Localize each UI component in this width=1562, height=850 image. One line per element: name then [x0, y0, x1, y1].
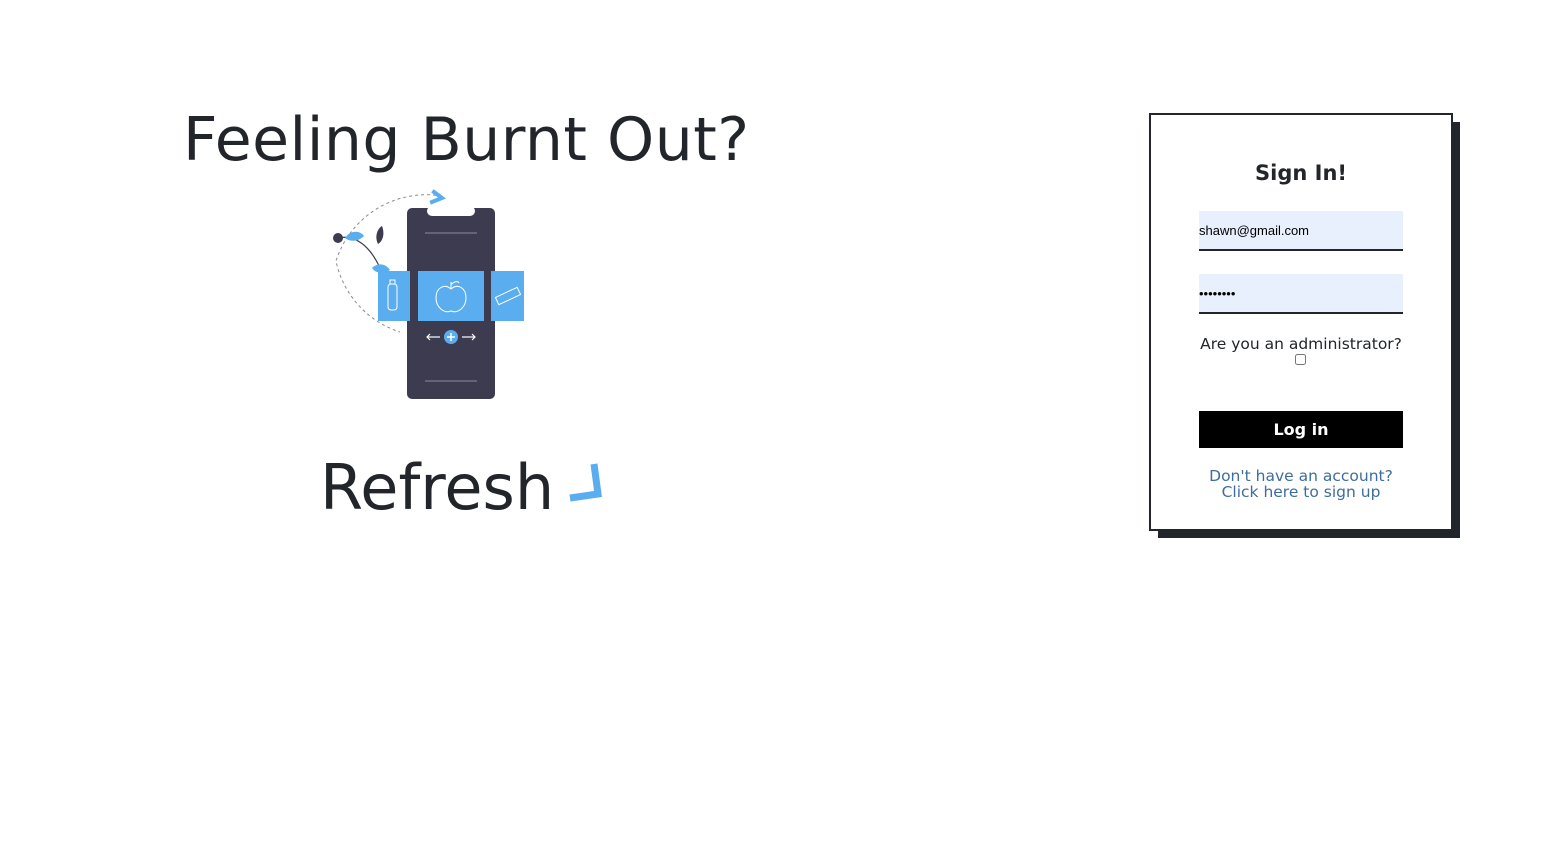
brand-checkmark-icon	[569, 463, 602, 502]
phone-illustration	[330, 186, 530, 402]
brand-logo: Refresh	[320, 450, 602, 530]
signup-link-line2: Click here to sign up	[1221, 483, 1381, 501]
signin-title: Sign In!	[1255, 161, 1347, 185]
password-field[interactable]	[1199, 274, 1403, 314]
hero-title: Feeling Burnt Out?	[183, 105, 750, 175]
email-field[interactable]	[1199, 211, 1403, 251]
phone-with-food-options-illustration-icon	[333, 189, 524, 399]
brand-name: Refresh	[320, 451, 555, 524]
admin-checkbox[interactable]	[1295, 354, 1306, 365]
landing-page: Feeling Burnt Out? Refresh Sign In! shaw…	[0, 0, 1562, 850]
login-button[interactable]: Log in	[1199, 411, 1403, 448]
signup-link-line1: Don't have an account?	[1209, 467, 1393, 485]
signin-card: Sign In! Are you an administrator? Log i…	[1149, 113, 1453, 531]
signup-link[interactable]: Don't have an account? Click here to sig…	[1151, 468, 1451, 500]
admin-label: Are you an administrator?	[1200, 335, 1402, 353]
